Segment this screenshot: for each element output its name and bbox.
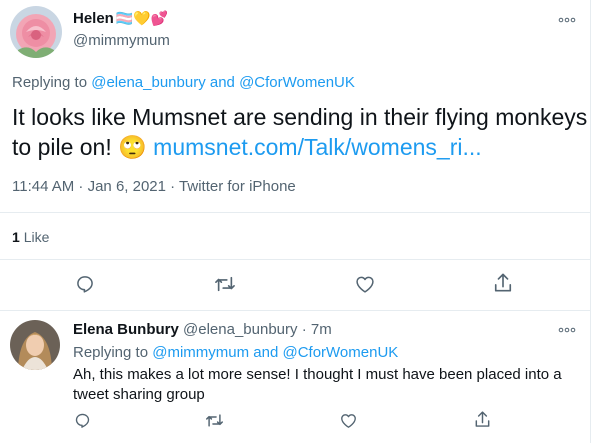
reply-replying-and: and <box>253 344 279 361</box>
person-avatar-image <box>10 320 60 370</box>
divider <box>0 310 590 311</box>
author-handle[interactable]: @mimmymum <box>73 32 170 49</box>
reply-icon[interactable] <box>74 412 91 429</box>
reply-icon[interactable] <box>75 274 95 294</box>
replying-prefix: Replying to <box>12 74 88 91</box>
tweet-text-prefix: to pile on! <box>12 134 112 160</box>
mention-cforwomenuk[interactable]: @CforWomenUK <box>282 344 398 361</box>
reply-replying-to-line: Replying to @mimmymum and @CforWomenUK <box>73 344 398 361</box>
more-icon[interactable] <box>556 323 578 337</box>
author-name[interactable]: Helen <box>73 10 114 27</box>
reply-text-line-2: tweet sharing group <box>73 386 205 403</box>
replying-to-line: Replying to @elena_bunbury and @CforWome… <box>12 74 355 91</box>
author-name-row[interactable]: Helen 🏳️‍⚧️💛💕 <box>73 10 168 27</box>
column-border <box>590 0 591 443</box>
reply-time-separator: · <box>301 321 307 338</box>
mumsnet-link[interactable]: mumsnet.com/Talk/womens_ri... <box>153 134 481 160</box>
retweet-icon[interactable] <box>214 274 236 294</box>
eye-roll-emoji: 🙄 <box>118 134 147 160</box>
reply-author-name[interactable]: Elena Bunbury <box>73 321 179 338</box>
mention-cforwomenuk[interactable]: @CforWomenUK <box>239 74 355 91</box>
author-emoji: 🏳️‍⚧️💛💕 <box>115 10 169 26</box>
replying-and: and <box>209 74 235 91</box>
share-icon[interactable] <box>493 272 513 294</box>
divider <box>0 212 590 213</box>
rose-avatar-image <box>10 6 62 58</box>
tweet-text: It looks like Mumsnet are sending in the… <box>12 102 592 162</box>
reply-replying-prefix: Replying to <box>73 344 149 361</box>
reply-text-line-1: Ah, this makes a lot more sense! I thoug… <box>73 366 562 383</box>
retweet-icon[interactable] <box>205 412 224 429</box>
divider <box>0 259 590 260</box>
like-icon[interactable] <box>355 274 375 294</box>
reply-text: Ah, this makes a lot more sense! I thoug… <box>73 365 588 405</box>
like-icon[interactable] <box>340 412 357 429</box>
mention-elena[interactable]: @elena_bunbury <box>91 74 205 91</box>
likes-label: Like <box>23 229 50 245</box>
author-avatar[interactable] <box>10 6 62 58</box>
share-icon[interactable] <box>474 410 491 429</box>
more-icon[interactable] <box>556 13 578 27</box>
tweet-text-line-2: to pile on! 🙄 mumsnet.com/Talk/womens_ri… <box>12 132 592 162</box>
mention-mimmymum[interactable]: @mimmymum <box>152 344 249 361</box>
tweet-timestamp[interactable]: 11:44 AM · Jan 6, 2021 · Twitter for iPh… <box>12 178 296 195</box>
likes-count[interactable]: 1 Like <box>12 229 49 245</box>
tweet-text-line-1: It looks like Mumsnet are sending in the… <box>12 104 588 130</box>
likes-number: 1 <box>12 229 20 245</box>
reply-author-handle[interactable]: @elena_bunbury <box>183 321 297 338</box>
reply-author-avatar[interactable] <box>10 320 60 370</box>
reply-time[interactable]: 7m <box>311 321 332 338</box>
reply-header: Elena Bunbury @elena_bunbury · 7m <box>73 321 332 338</box>
